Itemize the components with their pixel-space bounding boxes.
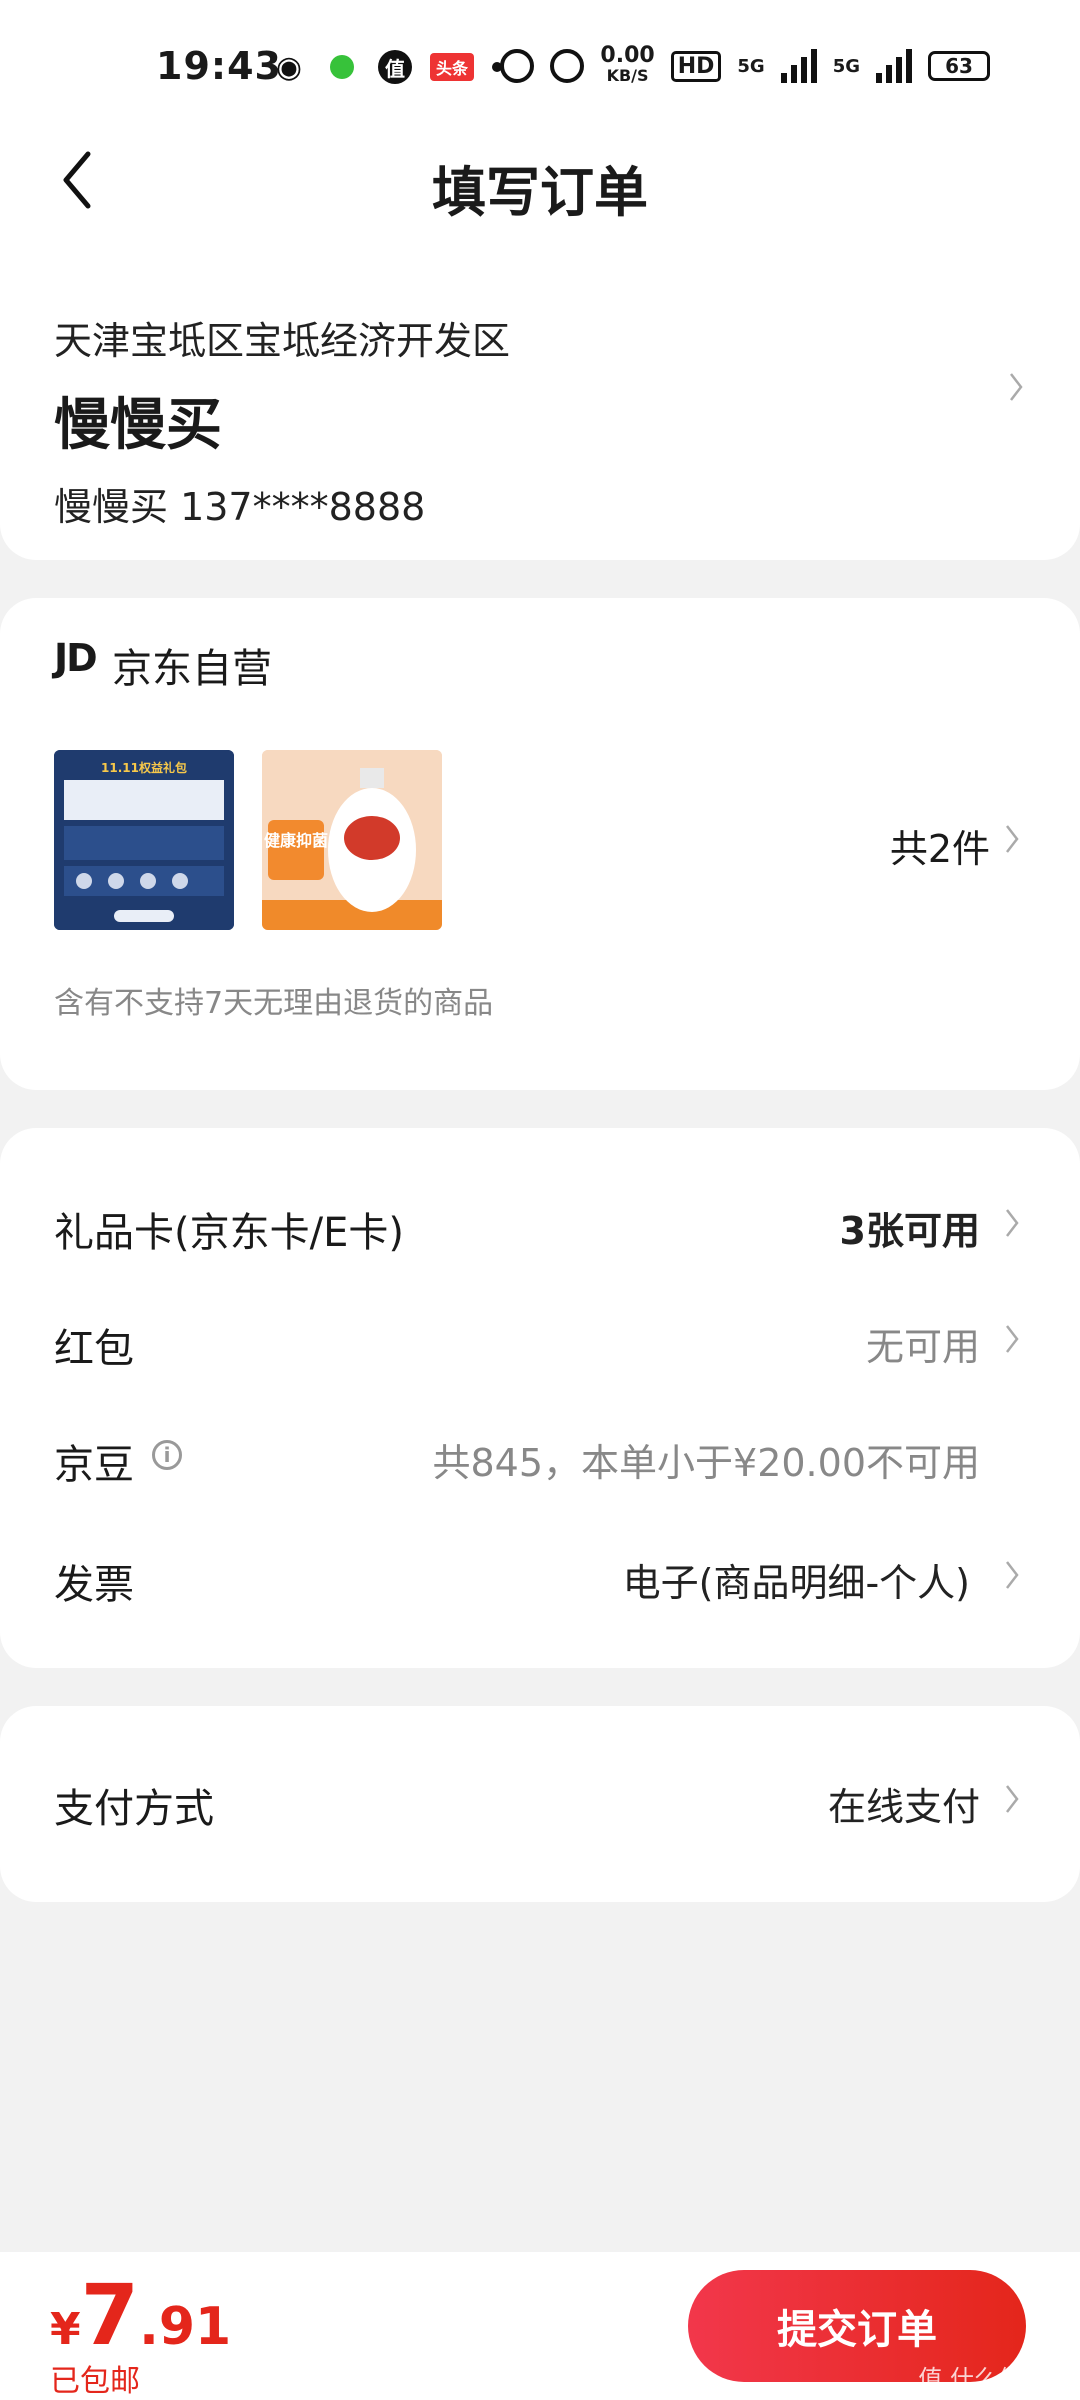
battery-icon: 63 bbox=[928, 51, 990, 81]
thumb1-text: 11.11权益礼包 bbox=[101, 760, 187, 775]
status-time: 19:43 bbox=[156, 44, 282, 88]
address-region: 天津宝坻区宝坻经济开发区 bbox=[54, 319, 511, 363]
option-row-red-packet[interactable]: 红包 无可用 bbox=[0, 1316, 1080, 1376]
status-bar: 19:43 ◉ 值 头条 0.00 KB/S HD 5G 5G 63 bbox=[0, 0, 1080, 130]
return-policy-note: 含有不支持7天无理由退货的商品 bbox=[54, 986, 494, 1021]
signal-icon bbox=[780, 49, 817, 83]
payment-label: 支付方式 bbox=[54, 1786, 214, 1832]
notification-icons: ◉ 值 头条 bbox=[272, 49, 502, 85]
price-integer: 7 bbox=[80, 2266, 140, 2364]
shop-name: 京东自营 bbox=[112, 646, 272, 692]
item-count[interactable]: 共2件 bbox=[890, 818, 990, 873]
green-dot-icon bbox=[330, 55, 354, 79]
chevron-right-icon bbox=[1004, 824, 1020, 854]
net-speed: 0.00 KB/S bbox=[600, 43, 655, 86]
address-contact: 慢慢买 137****8888 bbox=[54, 485, 426, 529]
chevron-right-icon bbox=[1004, 1324, 1020, 1354]
toutiao-icon: 头条 bbox=[430, 53, 474, 81]
page-title: 填写订单 bbox=[432, 161, 648, 224]
hd-icon: HD bbox=[670, 50, 722, 82]
signal-5g-label-1: 5G bbox=[737, 55, 765, 77]
payment-row[interactable]: 支付方式 在线支付 bbox=[0, 1776, 1080, 1836]
option-row-invoice[interactable]: 发票 电子(商品明细-个人) bbox=[0, 1552, 1080, 1612]
address-card[interactable]: 天津宝坻区宝坻经济开发区 慢慢买 慢慢买 137****8888 bbox=[0, 240, 1080, 560]
signal-icon-2 bbox=[876, 49, 912, 83]
shop-card: JD 京东自营 11.11权益礼包 健康抑菌 共2件 含有不支持7天无理由退货的… bbox=[0, 598, 1080, 1090]
alarm-icon bbox=[500, 49, 535, 83]
price-decimal: .91 bbox=[139, 2297, 232, 2357]
system-icons: 0.00 KB/S HD 5G 5G 63 bbox=[500, 43, 990, 86]
info-icon[interactable]: i bbox=[152, 1440, 182, 1470]
chevron-right-icon bbox=[1004, 1208, 1020, 1238]
currency-symbol: ¥ bbox=[50, 2304, 81, 2355]
jd-logo-icon: JD bbox=[54, 636, 98, 680]
signal-5g-label-2: 5G bbox=[832, 55, 860, 77]
option-row-gift-card[interactable]: 礼品卡(京东卡/E卡) 3张可用 bbox=[0, 1200, 1080, 1260]
product-thumbnail-midea[interactable]: 11.11权益礼包 bbox=[54, 750, 234, 930]
mute-icon bbox=[550, 49, 585, 83]
option-label: 发票 bbox=[54, 1562, 134, 1608]
option-value: 无可用 bbox=[865, 1325, 980, 1369]
option-value: 电子(商品明细-个人) bbox=[622, 1561, 970, 1605]
option-value: 3张可用 bbox=[839, 1209, 980, 1253]
option-label: 红包 bbox=[54, 1326, 134, 1372]
nav-bar: 填写订单 bbox=[0, 130, 1080, 240]
chevron-right-icon bbox=[1004, 1784, 1020, 1814]
bottom-bar: ¥ 7 .91 已包邮 提交订单 值 什么值得买 bbox=[0, 2252, 1080, 2400]
shipping-note: 已包邮 bbox=[50, 2364, 140, 2399]
option-label: 京豆 bbox=[54, 1442, 134, 1488]
order-options-card: 礼品卡(京东卡/E卡) 3张可用 红包 无可用 京豆 i 共845，本单小于¥2… bbox=[0, 1128, 1080, 1668]
weibo-icon: ◉ bbox=[275, 49, 303, 85]
total-price: ¥ 7 .91 bbox=[50, 2266, 231, 2364]
thumb2-text: 健康抑菌 bbox=[264, 831, 328, 850]
address-name: 慢慢买 bbox=[54, 393, 222, 458]
zhi-icon: 值 bbox=[378, 50, 412, 84]
payment-card[interactable]: 支付方式 在线支付 bbox=[0, 1706, 1080, 1902]
payment-value: 在线支付 bbox=[827, 1785, 980, 1829]
option-row-jingdou: 京豆 i 共845，本单小于¥20.00不可用 bbox=[0, 1432, 1080, 1492]
chevron-right-icon bbox=[1008, 372, 1024, 402]
watermark: 值 什么值得买 bbox=[918, 2365, 1070, 2393]
product-thumbnail-walch[interactable]: 健康抑菌 bbox=[262, 750, 442, 930]
option-value: 共845，本单小于¥20.00不可用 bbox=[432, 1441, 981, 1485]
option-label: 礼品卡(京东卡/E卡) bbox=[54, 1210, 404, 1256]
chevron-right-icon bbox=[1004, 1560, 1020, 1590]
